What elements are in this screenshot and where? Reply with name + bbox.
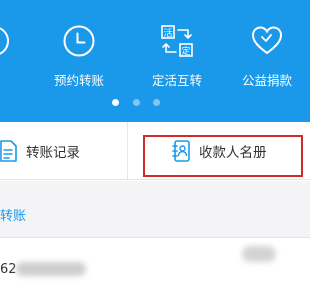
- transfer-history-button[interactable]: 转账记录: [0, 122, 127, 180]
- transfer-history-label: 转账记录: [26, 145, 80, 161]
- feature-label: 定活互转: [151, 73, 202, 88]
- divider: [127, 122, 128, 180]
- feature-label: 账: [0, 70, 34, 89]
- heart-icon: [251, 26, 283, 55]
- document-icon: [0, 140, 17, 162]
- fixed-current-swap-icon: 活 定: [161, 25, 193, 57]
- redacted-account-number: [16, 262, 86, 276]
- carousel-dot[interactable]: [153, 99, 160, 106]
- feature-item-fixed-current-swap[interactable]: 活 定 定活互转: [137, 0, 217, 100]
- highlight-annotation: [143, 135, 303, 177]
- swap-glyph-bottom: 定: [181, 45, 190, 57]
- clock-icon: [63, 25, 95, 57]
- account-number-prefix: 62: [0, 262, 17, 277]
- feature-item-charity-donation[interactable]: 公益捐款: [227, 0, 307, 100]
- redacted-amount: [242, 246, 276, 262]
- carousel-dot[interactable]: [133, 99, 140, 106]
- list-item[interactable]: 62: [0, 238, 310, 283]
- partial-circle-icon: [0, 27, 9, 55]
- transfer-screen: 账 预约转账 活 定 定活互转 公益捐: [0, 0, 310, 283]
- feature-label: 预约转账: [53, 73, 104, 88]
- feature-item-partial[interactable]: 账: [0, 0, 34, 100]
- feature-label: 公益捐款: [241, 73, 292, 88]
- feature-banner: 账 预约转账 活 定 定活互转 公益捐: [0, 0, 310, 122]
- carousel-indicator[interactable]: [0, 99, 310, 107]
- recent-transfers-title: 转账: [0, 209, 27, 224]
- feature-item-scheduled-transfer[interactable]: 预约转账: [39, 0, 119, 100]
- swap-glyph-top: 活: [163, 27, 172, 39]
- carousel-dot-active[interactable]: [112, 99, 119, 106]
- section-header: [0, 181, 310, 237]
